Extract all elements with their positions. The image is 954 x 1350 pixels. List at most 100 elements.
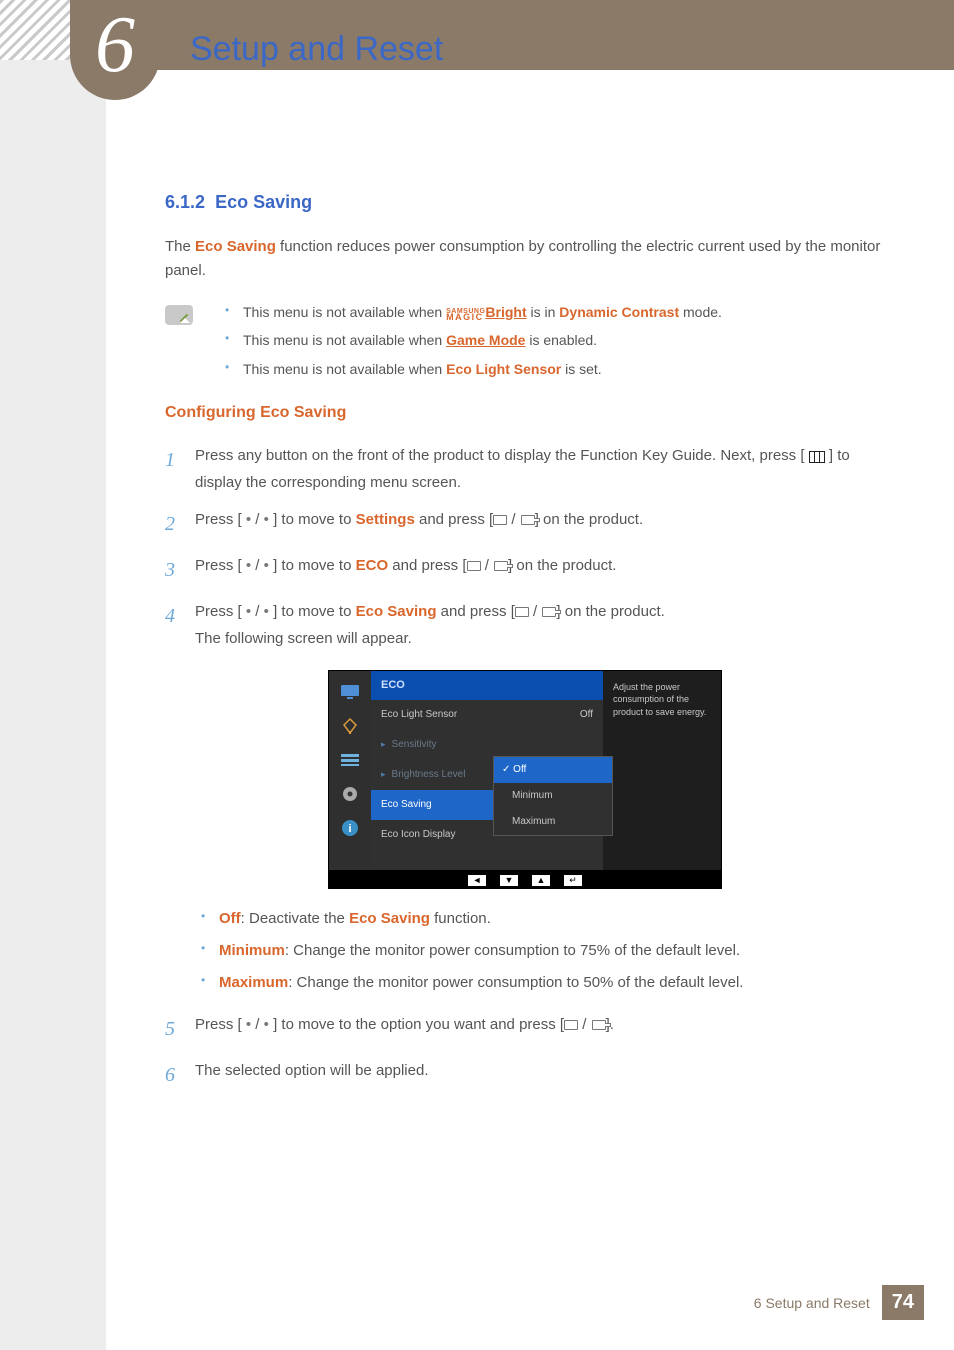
page-footer: 6 Setup and Reset 74: [106, 1285, 924, 1320]
link-bright[interactable]: Bright: [485, 304, 526, 320]
term-maximum: Maximum: [219, 974, 288, 991]
list-item: Minimum: Change the monitor power consum…: [201, 939, 885, 963]
osd-option[interactable]: Minimum: [494, 783, 612, 809]
list-item: Off: Deactivate the Eco Saving function.: [201, 907, 885, 931]
term-eco-saving: Eco Saving: [195, 238, 276, 255]
nav-enter-icon[interactable]: ↵: [564, 875, 582, 886]
step: 1 Press any button on the front of the p…: [165, 442, 885, 496]
osd-label: Sensitivity: [392, 739, 437, 750]
text: Off: [513, 764, 526, 775]
text: Press [: [195, 603, 246, 620]
text: /: [251, 1016, 264, 1033]
text: and press [: [415, 511, 493, 528]
info-icon: i: [339, 819, 361, 837]
sliders-icon: [339, 751, 361, 769]
step: 4 Press [ • / • ] to move to Eco Saving …: [165, 598, 885, 652]
left-margin-band: [0, 0, 106, 1350]
note-icon: [165, 305, 193, 325]
text: ] to move to: [269, 511, 356, 528]
osd-value: Off: [580, 707, 593, 723]
text: is enabled.: [525, 332, 597, 348]
step: 5 Press [ • / • ] to move to the option …: [165, 1011, 885, 1047]
rect-icon: [467, 561, 481, 571]
step-number: 1: [165, 442, 185, 478]
term-eco-light-sensor: Eco Light Sensor: [446, 361, 561, 377]
rect-arrow-icon: [521, 515, 535, 525]
text: is set.: [561, 361, 601, 377]
text: This menu is not available when: [243, 361, 446, 377]
chapter-badge: 6: [70, 0, 160, 100]
text: ] on the product.: [508, 557, 616, 574]
osd-option[interactable]: Maximum: [494, 809, 612, 835]
osd-title: ECO: [371, 671, 603, 701]
note-item: This menu is not available when Game Mod…: [225, 329, 885, 351]
text: The: [165, 238, 195, 255]
option-descriptions: Off: Deactivate the Eco Saving function.…: [201, 907, 885, 995]
text: Press [: [195, 1016, 246, 1033]
osd-label: Eco Icon Display: [381, 827, 455, 843]
rect-icon: [515, 607, 529, 617]
steps-list: 1 Press any button on the front of the p…: [165, 442, 885, 652]
nav-left-icon[interactable]: ◄: [468, 875, 486, 886]
term-eco-saving: Eco Saving: [349, 910, 430, 927]
rect-icon: [564, 1020, 578, 1030]
nav-up-icon[interactable]: ▲: [532, 875, 550, 886]
text: function.: [430, 910, 491, 927]
config-heading: Configuring Eco Saving: [165, 400, 885, 426]
text: Press any button on the front of the pro…: [195, 447, 809, 464]
text: : Deactivate the: [241, 910, 349, 927]
step-number: 4: [165, 598, 185, 634]
text: /: [251, 557, 264, 574]
text: ] on the product.: [535, 511, 643, 528]
step-text: Press [ • / • ] to move to the option yo…: [195, 1011, 885, 1038]
osd-popup: Off Minimum Maximum: [493, 756, 613, 836]
footer-chapter-label: 6 Setup and Reset: [754, 1295, 870, 1311]
osd-navbar: ◄ ▼ ▲ ↵: [328, 871, 722, 889]
text: ] to move to: [269, 557, 356, 574]
note-list: This menu is not available when SAMSUNGM…: [225, 301, 885, 380]
text: This menu is not available when: [243, 332, 446, 348]
list-item: Maximum: Change the monitor power consum…: [201, 971, 885, 995]
link-game-mode[interactable]: Game Mode: [446, 332, 525, 348]
rect-arrow-icon: [542, 607, 556, 617]
svg-text:i: i: [348, 823, 351, 835]
text: This menu is not available when: [243, 304, 446, 320]
step-text: The selected option will be applied.: [195, 1057, 885, 1084]
osd-sidebar: i: [329, 671, 371, 871]
monitor-icon: [339, 683, 361, 701]
step-number: 3: [165, 552, 185, 588]
chapter-title: Setup and Reset: [190, 30, 443, 69]
intro-paragraph: The Eco Saving function reduces power co…: [165, 235, 885, 283]
page-number: 74: [882, 1285, 924, 1320]
text: : Change the monitor power consumption t…: [288, 974, 743, 991]
text: and press [: [388, 557, 466, 574]
text: /: [251, 603, 264, 620]
text: ] on the product.: [556, 603, 664, 620]
text: ] to move to: [269, 603, 356, 620]
step-text: Press [ • / • ] to move to Settings and …: [195, 506, 885, 533]
text: The following screen will appear.: [195, 630, 412, 647]
gear-icon: [339, 785, 361, 803]
nav-down-icon[interactable]: ▼: [500, 875, 518, 886]
osd-row[interactable]: Eco Light Sensor Off: [371, 700, 603, 730]
term-settings: Settings: [356, 511, 415, 528]
text: /: [251, 511, 264, 528]
menu-icon: [809, 451, 825, 463]
text: mode.: [679, 304, 722, 320]
text: is in: [527, 304, 560, 320]
note-block: This menu is not available when SAMSUNGM…: [165, 301, 885, 380]
osd-label: Brightness Level: [392, 769, 466, 780]
steps-list-continued: 5 Press [ • / • ] to move to the option …: [165, 1011, 885, 1093]
step-text: Press [ • / • ] to move to Eco Saving an…: [195, 598, 885, 652]
step-number: 6: [165, 1057, 185, 1093]
term-minimum: Minimum: [219, 942, 285, 959]
step-number: 5: [165, 1011, 185, 1047]
term-eco: ECO: [356, 557, 389, 574]
text: ] to move to the option you want and pre…: [269, 1016, 564, 1033]
text: : Change the monitor power consumption t…: [285, 942, 740, 959]
osd-label: Eco Light Sensor: [381, 707, 457, 723]
step-text: Press any button on the front of the pro…: [195, 442, 885, 496]
text: and press [: [436, 603, 514, 620]
section-heading: 6.1.2 Eco Saving: [165, 188, 885, 217]
osd-option-selected[interactable]: Off: [494, 757, 612, 783]
